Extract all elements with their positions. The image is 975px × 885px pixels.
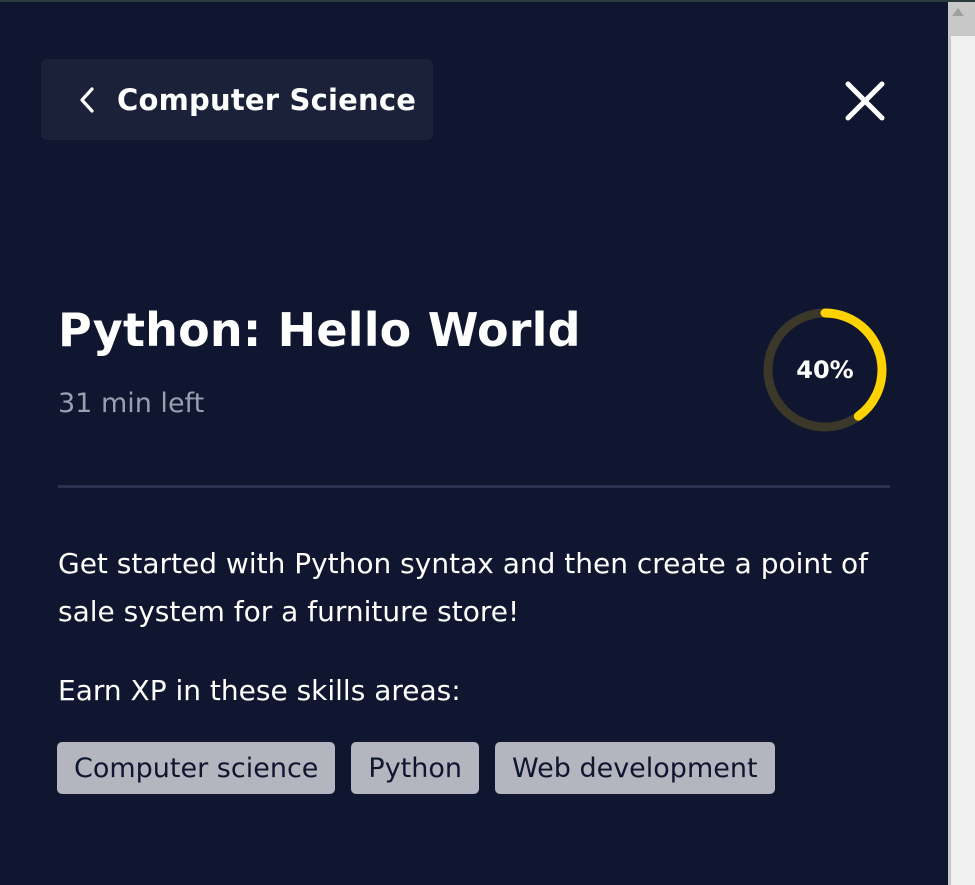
skill-tag-web-development[interactable]: Web development xyxy=(495,742,775,794)
close-icon xyxy=(845,81,885,121)
close-button[interactable] xyxy=(842,78,888,124)
skills-heading: Earn XP in these skills areas: xyxy=(58,674,461,707)
skill-tag-python[interactable]: Python xyxy=(351,742,479,794)
back-button-label: Computer Science xyxy=(117,82,417,117)
course-title: Python: Hello World xyxy=(58,303,581,357)
course-description: Get started with Python syntax and then … xyxy=(58,547,869,628)
skill-tag-computer-science[interactable]: Computer science xyxy=(57,742,336,794)
progress-percent: 40% xyxy=(796,356,854,384)
chevron-left-icon xyxy=(79,86,99,114)
scroll-up-arrow-icon[interactable] xyxy=(952,8,964,16)
divider xyxy=(58,485,890,488)
scrollbar-track[interactable] xyxy=(951,36,975,885)
back-button[interactable]: Computer Science xyxy=(41,59,433,140)
skill-tags: Computer science Python Web development xyxy=(57,742,775,794)
time-left: 31 min left xyxy=(58,388,205,419)
